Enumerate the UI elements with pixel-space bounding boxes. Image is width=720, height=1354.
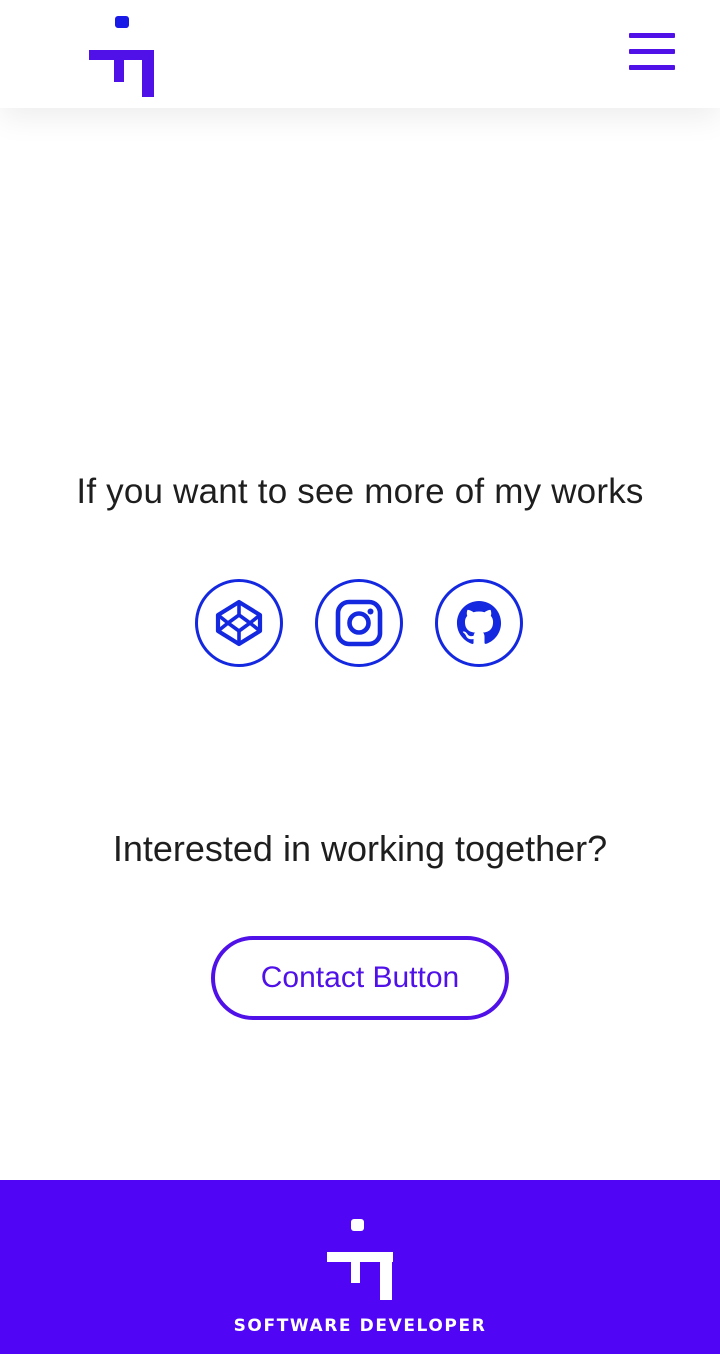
footer-tagline: SOFTWARE DEVELOPER [233,1316,487,1336]
instagram-icon [335,599,383,647]
hamburger-menu-icon[interactable] [626,30,678,74]
page: If you want to see more of my works Inte… [0,0,720,1354]
contact-heading: Interested in working together? [112,828,608,869]
site-footer: SOFTWARE DEVELOPER [0,1180,720,1354]
menu-line-top [629,33,675,38]
instagram-link[interactable] [315,579,403,667]
github-link[interactable] [435,579,523,667]
github-icon [456,600,502,644]
brand-logo-icon[interactable] [86,14,158,100]
social-links [0,579,720,667]
footer-logo-icon[interactable] [322,1216,398,1302]
codepen-link[interactable] [195,579,283,667]
brand-logo-svg [89,16,154,97]
contact-button[interactable]: Contact Button [211,936,509,1020]
logo-dot [115,16,129,28]
logo-stem-left [114,50,124,82]
codepen-icon [215,599,263,647]
menu-line-bottom [629,65,675,70]
site-header [0,0,720,108]
menu-line-middle [629,49,675,54]
logo-stem-right [142,50,154,97]
footer-logo-svg [327,1219,393,1300]
works-heading: If you want to see more of my works [76,472,644,511]
